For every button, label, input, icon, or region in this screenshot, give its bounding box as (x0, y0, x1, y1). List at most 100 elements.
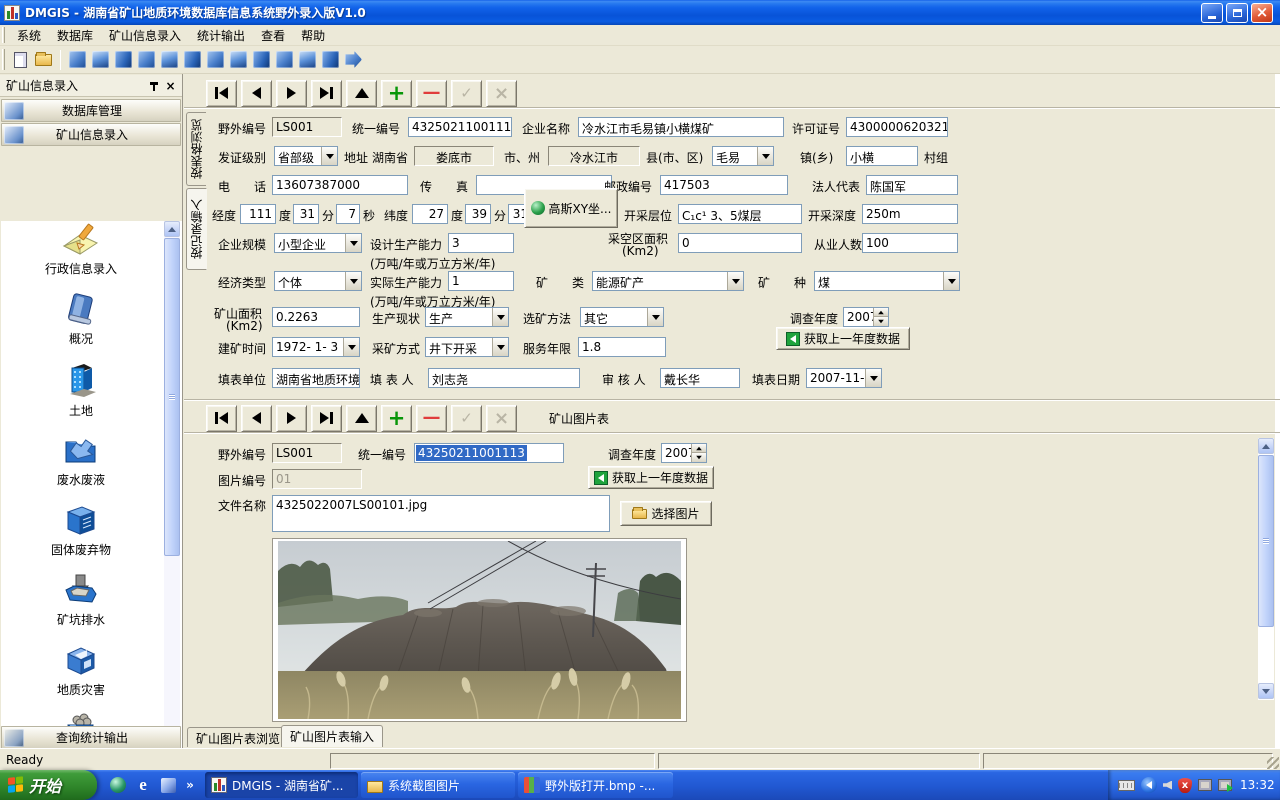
unified-no-input[interactable]: 43250211001113 (408, 117, 512, 137)
nav-prior-button[interactable] (241, 405, 272, 432)
close-button[interactable]: × (1251, 3, 1273, 23)
chevron-down-icon[interactable] (345, 234, 361, 252)
service-years-input[interactable]: 1.8 (578, 337, 666, 357)
nav-post-button[interactable]: ✓ (451, 405, 482, 432)
keyboard-icon[interactable] (1118, 780, 1135, 791)
enterprise-scale-dropdown[interactable]: 小型企业 (274, 233, 362, 253)
volume-icon[interactable] (1163, 781, 1172, 790)
monitor-play-icon[interactable] (1218, 779, 1232, 791)
admin-entry-icon[interactable] (66, 48, 89, 71)
mining-depth-input[interactable]: 250m (862, 204, 958, 224)
license-input[interactable]: 4300000620321 (846, 117, 948, 137)
chevron-down-icon[interactable] (943, 272, 959, 290)
nav-post-button[interactable]: ✓ (451, 80, 482, 107)
actual-capacity-input[interactable]: 1 (448, 271, 514, 291)
fill-date-dropdown[interactable]: 2007-11-13 (806, 368, 882, 388)
chevron-down-icon[interactable] (345, 272, 361, 290)
new-file-icon[interactable] (9, 48, 32, 71)
taskbar-button-folder[interactable]: 系统截图图片 (361, 772, 515, 798)
export-icon[interactable] (342, 48, 365, 71)
quicklaunch-mail-icon[interactable] (158, 775, 178, 795)
chevron-down-icon[interactable] (321, 147, 337, 165)
minimize-button[interactable] (1201, 3, 1223, 23)
goaf-area-input[interactable]: 0 (678, 233, 802, 253)
fill-person-input[interactable]: 刘志尧 (428, 368, 580, 388)
nav-cancel-button[interactable]: × (486, 80, 517, 107)
fill-unit-input[interactable]: 湖南省地质环境 (272, 368, 360, 388)
taskbar-button-dmgis[interactable]: DMGIS - 湖南省矿... (205, 772, 358, 798)
lng-deg-input[interactable]: 111 (240, 204, 276, 224)
mine-class-dropdown[interactable]: 能源矿产 (592, 271, 744, 291)
language-icon[interactable] (1141, 777, 1157, 793)
lng-min-input[interactable]: 31 (293, 204, 319, 224)
overview-icon[interactable] (89, 48, 112, 71)
mine-kind-dropdown[interactable]: 煤 (814, 271, 960, 291)
tab-picture-table-browse[interactable]: 矿山图片表浏览 (187, 727, 289, 747)
lat-min-input[interactable]: 39 (465, 204, 491, 224)
tab-record-input[interactable]: 按记录输入 (186, 188, 207, 270)
menu-system[interactable]: 系统 (9, 25, 49, 46)
postcode-input[interactable]: 417503 (660, 175, 788, 195)
survey-year-spinner[interactable]: 2007 (843, 307, 889, 327)
mine-area-input[interactable]: 0.2263 (272, 307, 360, 327)
start-button[interactable]: 开始 (0, 770, 97, 800)
spin-up-icon[interactable] (873, 308, 888, 317)
legal-rep-input[interactable]: 陈国军 (866, 175, 958, 195)
nav-top-button[interactable] (346, 80, 377, 107)
taskbar-button-bmp[interactable]: 野外版打开.bmp -... (518, 772, 673, 798)
auditor-input[interactable]: 戴长华 (660, 368, 740, 388)
pic-get-previous-year-button[interactable]: 获取上一年度数据 (588, 466, 714, 489)
chevron-down-icon[interactable] (343, 338, 359, 356)
county-dropdown[interactable]: 毛易 (712, 146, 774, 166)
chevron-down-icon[interactable] (727, 272, 743, 290)
chevron-down-icon[interactable] (757, 147, 773, 165)
menu-statistics-output[interactable]: 统计输出 (189, 25, 253, 46)
beneficiation-dropdown[interactable]: 其它 (580, 307, 664, 327)
sidebar-item-wastewater[interactable]: 废水废液 (1, 432, 161, 487)
town-input[interactable]: 小横 (846, 146, 918, 166)
nav-last-button[interactable] (311, 80, 342, 107)
nav-insert-button[interactable]: + (381, 80, 412, 107)
cert-level-dropdown[interactable]: 省部级 (274, 146, 338, 166)
nav-last-button[interactable] (311, 405, 342, 432)
pic-survey-year-spinner[interactable]: 2007 (661, 443, 707, 463)
column-icon[interactable] (250, 48, 273, 71)
choose-picture-button[interactable]: 选择图片 (620, 501, 712, 526)
picture-scroll-thumb[interactable] (1258, 455, 1274, 627)
quicklaunch-overflow-chevron[interactable]: » (180, 775, 200, 795)
gauss-xy-button[interactable]: 高斯XY坐... (524, 188, 618, 228)
pin-icon[interactable] (146, 79, 161, 93)
spin-down-icon[interactable] (691, 453, 706, 462)
geo-hazard-icon[interactable] (204, 48, 227, 71)
quicklaunch-ie-icon[interactable]: e (133, 775, 153, 795)
nav-cancel-button[interactable]: × (486, 405, 517, 432)
nav-delete-button[interactable]: — (416, 405, 447, 432)
build-time-dropdown[interactable]: 1972- 1- 3 (272, 337, 360, 357)
toolbar-grip[interactable] (2, 49, 5, 71)
quicklaunch-messenger-icon[interactable] (108, 775, 128, 795)
scroll-up-icon[interactable] (164, 221, 180, 237)
workers-input[interactable]: 100 (862, 233, 958, 253)
menu-grip[interactable] (2, 27, 5, 43)
pit-drainage-icon[interactable] (181, 48, 204, 71)
nav-first-button[interactable] (206, 405, 237, 432)
resize-grip[interactable] (1267, 757, 1279, 769)
security-shield-icon[interactable]: x (1178, 778, 1192, 793)
scroll-up-icon[interactable] (1258, 438, 1274, 454)
nav-next-button[interactable] (276, 405, 307, 432)
sidebar-item-overview[interactable]: 概况 (1, 291, 161, 346)
sidebar-scroll-thumb[interactable] (164, 238, 180, 556)
chevron-down-icon[interactable] (492, 338, 508, 356)
prod-status-dropdown[interactable]: 生产 (425, 307, 509, 327)
group-mine-info-entry[interactable]: 矿山信息录入 (1, 123, 181, 146)
nav-prior-button[interactable] (241, 80, 272, 107)
nav-delete-button[interactable]: — (416, 80, 447, 107)
lat-deg-input[interactable]: 27 (412, 204, 448, 224)
ruler-icon[interactable] (273, 48, 296, 71)
nav-insert-button[interactable]: + (381, 405, 412, 432)
economy-type-dropdown[interactable]: 个体 (274, 271, 362, 291)
mining-layer-input[interactable]: C₁c¹ 3、5煤层 (678, 204, 802, 224)
menu-mine-info-entry[interactable]: 矿山信息录入 (101, 25, 189, 46)
sidebar-item-solid-waste[interactable]: 固体废弃物 (1, 502, 161, 557)
tab-table-browse[interactable]: 按表格浏览 (186, 112, 206, 186)
